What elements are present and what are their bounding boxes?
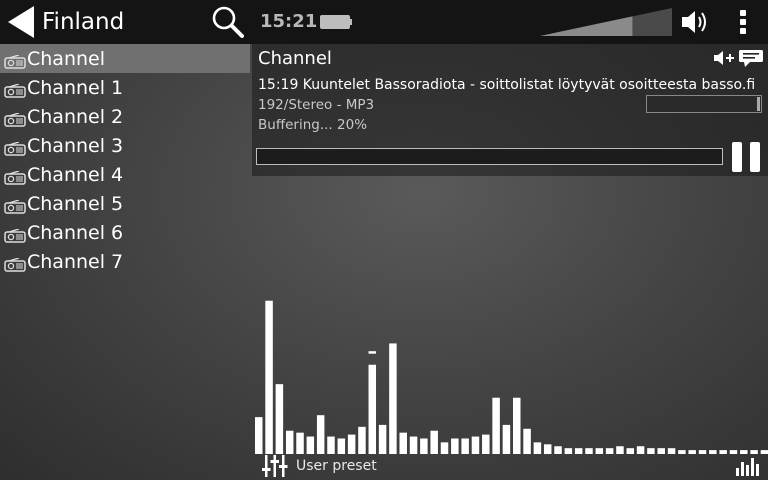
channel-item[interactable]: Channel 6 bbox=[0, 218, 250, 247]
radio-icon bbox=[4, 81, 26, 98]
battery-icon bbox=[320, 15, 352, 29]
equalizer-footer: User preset bbox=[252, 454, 768, 480]
eq-band-bar bbox=[358, 426, 366, 454]
radio-icon bbox=[4, 139, 26, 156]
channel-label: Channel 3 bbox=[27, 134, 124, 157]
eq-band-bar bbox=[327, 436, 335, 454]
now-playing-text: 15:19 Kuuntelet Bassoradiota - soittolis… bbox=[258, 77, 756, 93]
menu-dot-icon bbox=[740, 28, 746, 34]
eq-band-bar bbox=[347, 434, 356, 454]
eq-band-bar bbox=[296, 432, 304, 454]
channel-label: Channel 1 bbox=[27, 76, 124, 99]
eq-band-bar bbox=[255, 417, 263, 454]
player-panel: Channel 15:19 Kuuntelet Bassoradiota - s… bbox=[252, 44, 768, 176]
eq-band-bar bbox=[378, 424, 387, 454]
preset-label[interactable]: User preset bbox=[296, 455, 377, 477]
speaker-icon bbox=[682, 11, 706, 33]
radio-icon bbox=[4, 197, 26, 214]
eq-band-bar bbox=[554, 446, 562, 454]
eq-band-bar bbox=[543, 444, 552, 454]
equalizer-visualizer bbox=[255, 300, 768, 454]
eq-band-bar bbox=[461, 438, 469, 454]
radio-icon bbox=[4, 110, 26, 127]
buffer-status: Buffering... 20% bbox=[258, 117, 368, 133]
eq-band-bar bbox=[482, 434, 490, 454]
back-arrow-icon bbox=[8, 6, 34, 38]
channel-item[interactable]: Channel 4 bbox=[0, 160, 250, 189]
channel-item[interactable]: Channel 5 bbox=[0, 189, 250, 218]
search-icon bbox=[212, 6, 244, 38]
channel-label: Channel 6 bbox=[27, 221, 124, 244]
radio-icon bbox=[4, 226, 26, 243]
volume-slider[interactable] bbox=[540, 8, 672, 36]
mute-add-icon[interactable] bbox=[714, 50, 734, 66]
eq-band-bar bbox=[285, 430, 294, 454]
radio-icon bbox=[4, 52, 26, 69]
eq-band-bar bbox=[492, 397, 500, 454]
eq-band-bar bbox=[316, 415, 325, 454]
search-button[interactable] bbox=[210, 4, 246, 40]
channel-item[interactable]: Channel bbox=[0, 44, 250, 73]
eq-band-bar bbox=[265, 300, 273, 454]
equalizer-settings-icon[interactable] bbox=[262, 455, 288, 477]
eq-peak-marker bbox=[368, 351, 377, 354]
eq-band-bar bbox=[471, 436, 480, 454]
channel-label: Channel bbox=[27, 47, 106, 70]
stream-level-indicator bbox=[646, 95, 762, 113]
eq-band-bar bbox=[399, 432, 407, 454]
pause-icon bbox=[750, 142, 760, 172]
menu-dot-icon bbox=[740, 10, 746, 16]
eq-band-bar bbox=[636, 446, 645, 454]
channel-list: Channel Channel 1 Channel 2 Channel 3 Channe… bbox=[0, 44, 250, 276]
back-button[interactable] bbox=[6, 6, 38, 38]
menu-dot-icon bbox=[740, 19, 746, 25]
channel-label: Channel 4 bbox=[27, 163, 124, 186]
chat-icon[interactable] bbox=[738, 49, 764, 67]
channel-item[interactable]: Channel 7 bbox=[0, 247, 250, 276]
radio-icon bbox=[4, 168, 26, 185]
eq-band-bar bbox=[533, 442, 542, 454]
pause-button[interactable] bbox=[732, 142, 760, 172]
overflow-menu-button[interactable] bbox=[730, 6, 756, 38]
stream-info: 192/Stereo - MP3 bbox=[258, 97, 375, 113]
eq-band-bar bbox=[368, 364, 377, 454]
eq-band-bar bbox=[502, 424, 511, 454]
speaker-button[interactable] bbox=[680, 8, 710, 36]
eq-band-bar bbox=[430, 430, 438, 454]
eq-band-bar bbox=[306, 436, 315, 454]
channel-item[interactable]: Channel 1 bbox=[0, 73, 250, 102]
eq-band-bar bbox=[451, 438, 459, 454]
radio-icon bbox=[4, 255, 26, 272]
pause-icon bbox=[732, 142, 742, 172]
channel-label: Channel 5 bbox=[27, 192, 124, 215]
top-bar: Finland 15:21 bbox=[0, 0, 768, 44]
eq-band-bar bbox=[616, 446, 624, 454]
eq-band-bar bbox=[440, 442, 449, 454]
eq-band-bar bbox=[409, 436, 418, 454]
eq-band-bar bbox=[420, 438, 428, 454]
eq-band-bar bbox=[523, 428, 531, 454]
channel-item[interactable]: Channel 2 bbox=[0, 102, 250, 131]
channel-label: Channel 2 bbox=[27, 105, 124, 128]
buffer-progress-fill bbox=[257, 149, 350, 164]
clock: 15:21 bbox=[260, 11, 318, 32]
eq-band-bar bbox=[513, 397, 521, 454]
eq-band-bar bbox=[275, 384, 284, 454]
spectrum-bars-icon[interactable] bbox=[736, 456, 760, 476]
buffer-progress-bar bbox=[256, 148, 723, 165]
player-title: Channel bbox=[258, 48, 332, 69]
eq-band-bar bbox=[337, 438, 346, 454]
channel-label: Channel 7 bbox=[27, 250, 124, 273]
stream-level-knob bbox=[757, 97, 760, 111]
eq-band-bar bbox=[389, 343, 397, 454]
station-title: Finland bbox=[42, 9, 125, 35]
channel-item[interactable]: Channel 3 bbox=[0, 131, 250, 160]
